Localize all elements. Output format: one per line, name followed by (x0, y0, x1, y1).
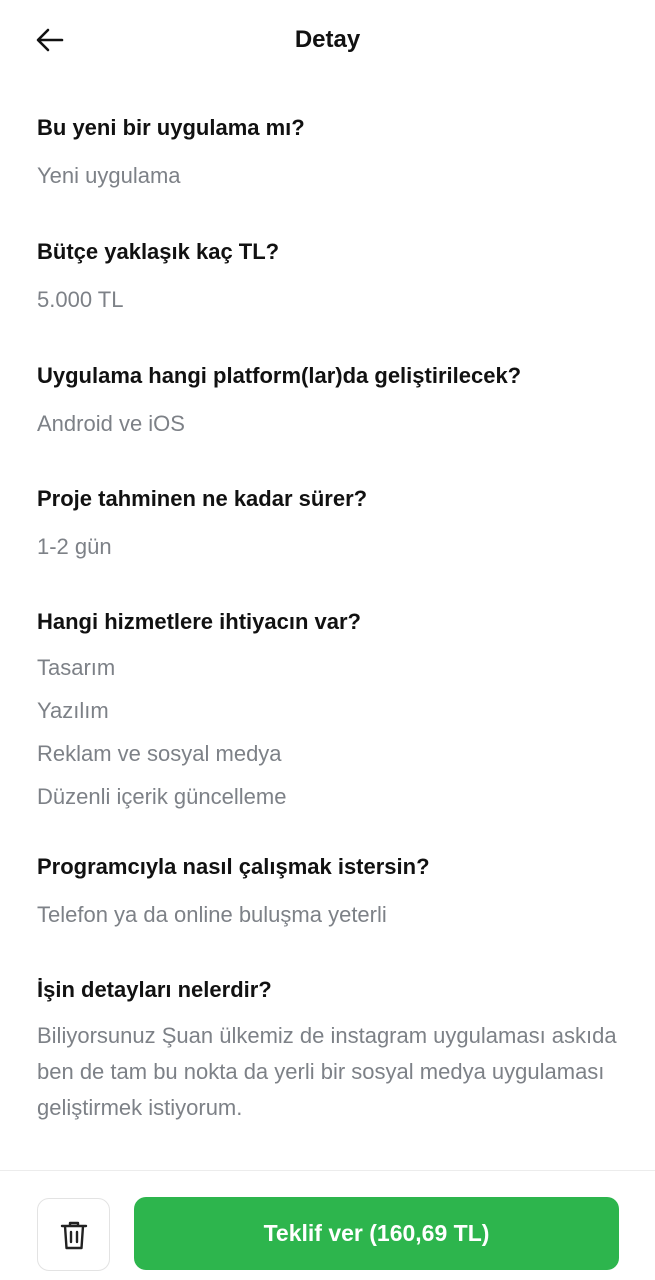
services-list: Tasarım Yazılım Reklam ve sosyal medya D… (37, 646, 627, 818)
list-item: Reklam ve sosyal medya (37, 741, 282, 766)
answer-value: 5.000 TL (37, 287, 124, 312)
detail-section: Hangi hizmetlere ihtiyacın var? Tasarım … (37, 606, 627, 818)
detail-section: Programcıyla nasıl çalışmak istersin? Te… (37, 851, 627, 936)
trash-icon (60, 1221, 87, 1249)
make-offer-button[interactable]: Teklif ver (160,69 TL) (134, 1197, 619, 1270)
list-item: Düzenli içerik güncelleme (37, 784, 287, 809)
question-label: Programcıyla nasıl çalışmak istersin? (37, 854, 430, 879)
question-label: Bütçe yaklaşık kaç TL? (37, 239, 280, 264)
detail-section: Bütçe yaklaşık kaç TL? 5.000 TL (37, 236, 627, 321)
answer-value: 1-2 gün (37, 534, 112, 559)
question-label: İşin detayları nelerdir? (37, 977, 272, 1002)
job-description: Biliyorsunuz Şuan ülkemiz de instagram u… (37, 1023, 617, 1120)
question-label: Bu yeni bir uygulama mı? (37, 115, 305, 140)
answer-value: Yeni uygulama (37, 163, 181, 188)
detail-section: Proje tahminen ne kadar sürer? 1-2 gün (37, 483, 627, 568)
question-label: Proje tahminen ne kadar sürer? (37, 486, 368, 511)
top-bar: Detay (0, 0, 655, 82)
detail-section: İşin detayları nelerdir? Biliyorsunuz Şu… (37, 974, 627, 1126)
list-item: Yazılım (37, 698, 109, 723)
question-label: Hangi hizmetlere ihtiyacın var? (37, 609, 361, 634)
bottom-action-bar: Teklif ver (160,69 TL) (0, 1170, 655, 1280)
detail-content: Bu yeni bir uygulama mı? Yeni uygulama B… (37, 112, 627, 1126)
answer-value: Telefon ya da online buluşma yeterli (37, 902, 387, 927)
detail-section: Uygulama hangi platform(lar)da geliştiri… (37, 360, 627, 445)
list-item: Tasarım (37, 655, 116, 680)
detail-section: Bu yeni bir uygulama mı? Yeni uygulama (37, 112, 627, 197)
delete-button[interactable] (37, 1198, 110, 1271)
answer-value: Android ve iOS (37, 411, 185, 436)
question-label: Uygulama hangi platform(lar)da geliştiri… (37, 363, 522, 388)
page-title: Detay (294, 26, 361, 53)
